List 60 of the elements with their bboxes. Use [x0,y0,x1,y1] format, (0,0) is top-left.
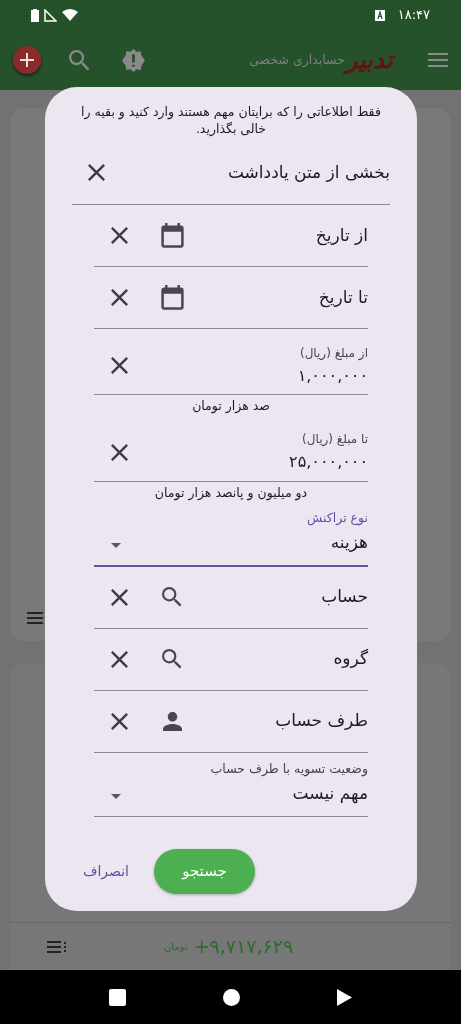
amount-helper-text: دو میلیون و پانصد هزار تومان [153,483,309,503]
note-text-field[interactable]: بخشی از متن یادداشت [72,141,390,205]
home-icon[interactable] [223,988,240,1006]
app-subtitle: حسابداری شخصی [249,50,345,68]
field-value: ۱,۰۰۰,۰۰۰ [297,364,368,387]
total-amount: +۹,۷۱۷,۶۲۹ [193,934,294,960]
menu-icon[interactable] [428,53,448,67]
add-button[interactable] [13,46,41,74]
lookup-field[interactable]: حساب [94,566,368,629]
clear-icon[interactable] [111,650,128,668]
keyboard-icon [374,9,385,21]
dialog-hint: فقط اطلاعاتی را که برایتان مهم هستند وارد کنید و بقیه را خالی بگذارید. [80,103,382,137]
clear-icon[interactable] [111,227,128,244]
field-label: حساب [320,585,368,609]
back-icon[interactable] [337,988,353,1006]
calendar-icon[interactable] [160,222,184,249]
person-icon[interactable] [162,711,182,731]
field-label: وضعیت تسویه با طرف حساب [210,760,368,779]
field-value: ۲۵,۰۰۰,۰۰۰ [289,451,368,474]
search-icon[interactable] [162,587,182,607]
lookup-field[interactable]: طرف حساب [94,690,368,753]
field-label: از تاریخ [314,223,368,248]
amount-field[interactable]: تا مبلغ (ریال) ۲۵,۰۰۰,۰۰۰ [94,423,368,482]
field-value: هزینه [330,531,368,554]
clear-icon[interactable] [111,588,128,606]
clock-time: ۱۸:۴۷ [397,6,430,25]
amount-helper-text: صد هزار تومان [191,397,271,416]
field-label: بخشی از متن یادداشت [227,160,390,184]
signal-icon [44,8,57,22]
search-icon[interactable] [162,649,182,669]
dropdown-field[interactable]: وضعیت تسویه با طرف حساب مهم نیست [94,758,368,817]
date-field[interactable]: از تاریخ [94,205,368,267]
field-label: تا مبلغ (ریال) [302,431,368,449]
list-icon[interactable] [27,612,43,624]
field-label: گروه [332,647,368,671]
list-icon[interactable] [47,940,67,953]
dropdown-caret-icon[interactable] [111,542,121,548]
field-value: مهم نیست [292,782,368,806]
dropdown-field[interactable]: نوع تراکنش هزینه [94,508,368,567]
clear-icon[interactable] [111,712,128,730]
dropdown-caret-icon[interactable] [111,793,121,799]
amount-field[interactable]: از مبلغ (ریال) ۱,۰۰۰,۰۰۰ [94,337,368,395]
alert-badge-icon[interactable] [121,47,146,73]
clear-icon[interactable] [88,164,105,181]
clear-icon[interactable] [111,289,128,306]
cancel-button[interactable]: انصراف [80,860,131,882]
field-label: نوع تراکنش [307,509,368,528]
calendar-icon[interactable] [160,284,184,311]
date-field[interactable]: تا تاریخ [94,267,368,329]
field-label: تا تاریخ [317,285,368,310]
field-label: طرف حساب [274,709,368,733]
currency-label: تومان [164,940,188,954]
lookup-field[interactable]: گروه [94,628,368,691]
clear-icon[interactable] [111,357,128,374]
clear-icon[interactable] [111,443,128,461]
wifi-icon [62,9,78,21]
recents-icon[interactable] [108,988,126,1006]
battery-icon [31,8,39,22]
plus-icon [20,53,34,67]
field-label: از مبلغ (ریال) [299,344,368,362]
